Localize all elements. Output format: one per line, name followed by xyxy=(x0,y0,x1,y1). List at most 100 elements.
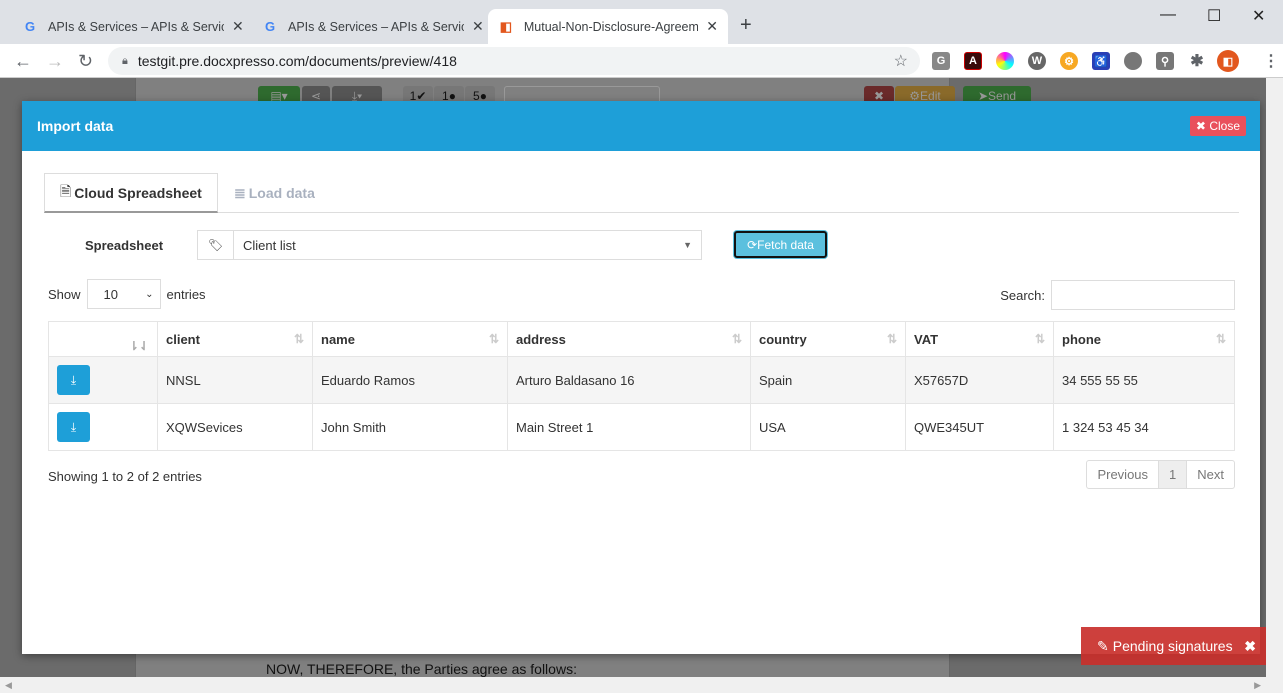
browser-tab[interactable]: G APIs & Services – APIs & Services ✕ xyxy=(252,9,494,44)
column-header[interactable]: client ⇅ xyxy=(157,321,313,357)
previous-button[interactable]: Previous xyxy=(1087,461,1160,488)
tab-label: Cloud Spreadsheet xyxy=(74,184,202,201)
caret-down-icon: ▼ xyxy=(683,240,692,250)
cell: Arturo Baldasano 16 xyxy=(507,356,751,404)
fetch-label: Fetch data xyxy=(757,237,814,252)
column-header[interactable]: VAT ⇅ xyxy=(905,321,1054,357)
clients-table: ⇂⇃ client ⇅ name ⇅ address ⇅ country ⇅ VAT ⇅ … xyxy=(48,321,1235,451)
chevron-down-icon: ⌄ xyxy=(145,288,154,300)
table-search: Search: xyxy=(1000,280,1235,310)
cell: QWE345UT xyxy=(905,403,1054,451)
reload-icon[interactable]: ↻ xyxy=(78,51,93,72)
google-icon: G xyxy=(264,19,276,34)
search-input[interactable] xyxy=(1051,280,1235,310)
cell: USA xyxy=(750,403,906,451)
page-content: ▤▾ ⋖ ⤓▾ 1 ✔ 1 ● 5 ● ✖ ⚙ Edit ➤ Send NOW, THER… xyxy=(0,78,1266,677)
bookmark-star-icon[interactable]: ☆ xyxy=(894,51,908,71)
close-icon[interactable]: ✖ xyxy=(1244,638,1256,655)
maximize-icon[interactable]: ☐ xyxy=(1207,6,1221,26)
column-header[interactable]: name ⇅ xyxy=(312,321,508,357)
browser-tab-active[interactable]: ◧ Mutual-Non-Disclosure-Agreement ✕ xyxy=(488,9,728,44)
page-1-button[interactable]: 1 xyxy=(1159,461,1188,488)
tag-icon: 🏷︎ xyxy=(197,230,234,260)
show-label: Show xyxy=(48,286,81,302)
profile-avatar[interactable]: ◧ xyxy=(1217,50,1239,72)
sort-icon: ⇅ xyxy=(1034,331,1045,346)
cell: XQWSevices xyxy=(157,403,313,451)
entries-select[interactable]: 10 ⌄ xyxy=(86,279,161,309)
tab-title: APIs & Services – APIs & Services xyxy=(288,19,464,34)
sort-icon: ⇅ xyxy=(886,331,897,346)
close-button[interactable]: ✖ Close xyxy=(1189,116,1246,136)
download-icon: ⤓ xyxy=(70,419,77,434)
import-row-button[interactable]: ⤓ xyxy=(57,412,90,442)
minimize-icon[interactable]: — xyxy=(1160,6,1176,24)
cell: Spain xyxy=(750,356,906,404)
sort-icon: ⇅ xyxy=(488,331,499,346)
gear-extension-icon[interactable]: ⚙ xyxy=(1060,52,1078,70)
w-extension-icon[interactable]: W xyxy=(1028,52,1046,70)
cell: 1 324 53 45 34 xyxy=(1053,403,1235,451)
column-header[interactable]: phone ⇅ xyxy=(1053,321,1235,357)
modal-header: Import data ✖ Close xyxy=(22,101,1260,151)
horizontal-scrollbar[interactable]: ◀ ▶ xyxy=(0,677,1283,693)
search-label: Search: xyxy=(1000,287,1045,303)
close-label: Close xyxy=(1209,119,1240,133)
browser-tab[interactable]: G APIs & Services – APIs & Services ✕ xyxy=(12,9,254,44)
import-row-button[interactable]: ⤓ xyxy=(57,365,90,395)
hubspot-icon[interactable]: ⚲ xyxy=(1156,52,1174,70)
forward-icon[interactable]: → xyxy=(46,51,64,72)
vertical-scrollbar[interactable] xyxy=(1266,78,1283,677)
address-bar: ← → ↻ 🔒︎ testgit.pre.docxpresso.com/docu… xyxy=(0,44,1283,78)
table-info: Showing 1 to 2 of 2 entries xyxy=(48,469,202,484)
url-field[interactable]: 🔒︎ testgit.pre.docxpresso.com/documents/… xyxy=(108,47,920,75)
close-tab-icon[interactable]: ✕ xyxy=(706,18,718,35)
pending-signatures-button[interactable]: ✎ Pending signatures ✖ xyxy=(1081,627,1272,665)
tab-load-data[interactable]: ≣ Load data xyxy=(219,173,330,213)
column-header[interactable]: address ⇅ xyxy=(507,321,751,357)
close-icon: ✖ xyxy=(1195,119,1210,133)
close-window-icon[interactable]: ✕ xyxy=(1252,6,1265,26)
spreadsheet-file-icon: 🗎︎ xyxy=(60,182,72,199)
pagination: Previous 1 Next xyxy=(1086,460,1235,489)
refresh-icon: ⟳ xyxy=(747,237,758,252)
tab-cloud-spreadsheet[interactable]: 🗎︎ Cloud Spreadsheet xyxy=(44,173,218,213)
cell: X57657D xyxy=(905,356,1054,404)
next-button[interactable]: Next xyxy=(1187,461,1234,488)
modal-tabs: 🗎︎ Cloud Spreadsheet ≣ Load data xyxy=(44,173,1239,213)
entries-value: 10 xyxy=(103,286,118,302)
close-tab-icon[interactable]: ✕ xyxy=(232,18,244,35)
back-icon[interactable]: ← xyxy=(14,51,32,72)
fetch-data-button[interactable]: ⟳ Fetch data xyxy=(734,231,827,258)
accessibility-icon[interactable]: ♿ xyxy=(1092,52,1110,70)
column-header-action[interactable]: ⇂⇃ xyxy=(48,321,158,357)
new-tab-icon[interactable]: + xyxy=(740,14,752,37)
modal-title: Import data xyxy=(37,118,114,134)
close-tab-icon[interactable]: ✕ xyxy=(472,18,484,35)
tab-label: Load data xyxy=(248,185,315,201)
extensions-puzzle-icon[interactable]: ✱ xyxy=(1188,52,1206,70)
column-header[interactable]: country ⇅ xyxy=(750,321,906,357)
sort-icon: ⇅ xyxy=(731,331,742,346)
menu-kebab-icon[interactable]: ⋮ xyxy=(1262,52,1280,70)
spreadsheet-select[interactable]: Client list ▼ xyxy=(233,230,702,260)
extension-g-icon[interactable]: G xyxy=(932,52,950,70)
url-text: testgit.pre.docxpresso.com/documents/pre… xyxy=(137,53,457,69)
document-text: NOW, THEREFORE, the Parties agree as fol… xyxy=(266,661,577,677)
cell: NNSL xyxy=(157,356,313,404)
tab-bar: G APIs & Services – APIs & Services ✕ G … xyxy=(0,0,1283,44)
cell: Main Street 1 xyxy=(507,403,751,451)
color-picker-icon[interactable] xyxy=(996,52,1014,70)
spreadsheet-value: Client list xyxy=(243,237,296,253)
tab-title: APIs & Services – APIs & Services xyxy=(48,19,224,34)
import-data-modal: Import data ✖ Close 🗎︎ Cloud Spreadsheet … xyxy=(22,101,1260,654)
pending-label: Pending signatures xyxy=(1112,638,1233,654)
docxpresso-icon: ◧ xyxy=(499,18,513,34)
entries-length: Show 10 ⌄ entries xyxy=(48,279,206,309)
table-row: ⤓ XQWSevices John Smith Main Street 1 US… xyxy=(48,403,1235,451)
lock-icon: 🔒︎ xyxy=(122,54,128,67)
sort-icon: ⇅ xyxy=(1215,331,1226,346)
cell: Eduardo Ramos xyxy=(312,356,508,404)
acrobat-icon[interactable]: A xyxy=(964,52,982,70)
circle-extension-icon[interactable] xyxy=(1124,52,1142,70)
